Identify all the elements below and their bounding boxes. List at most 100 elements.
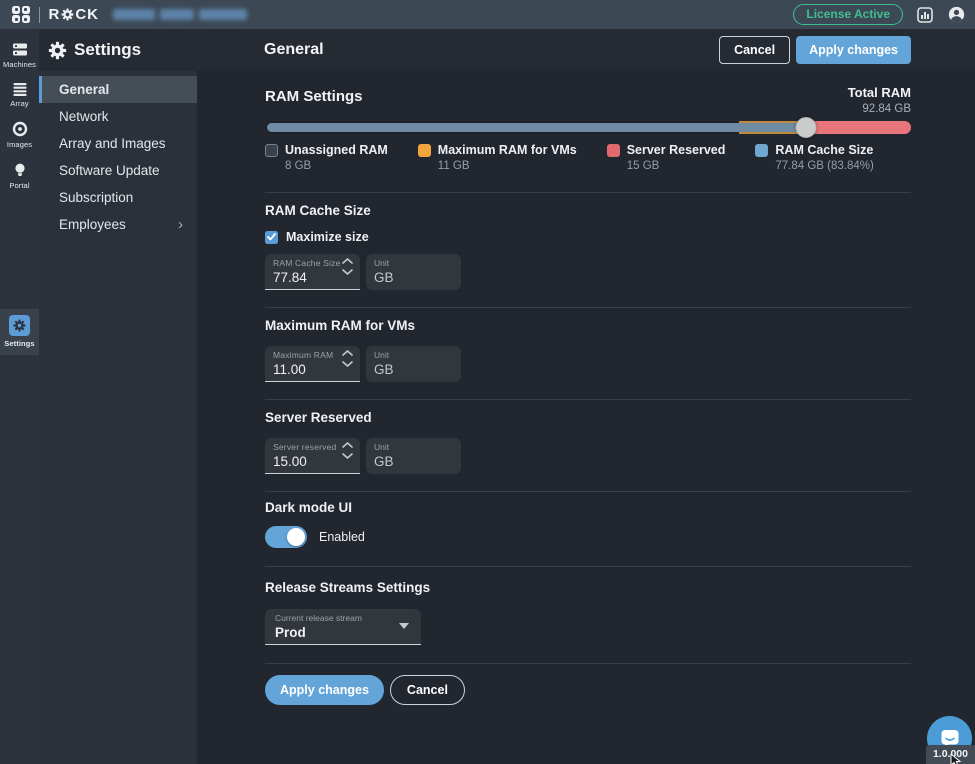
logo-gear-icon — [61, 8, 74, 21]
stepper-down-icon[interactable] — [342, 269, 353, 275]
ram-cache-title: RAM Cache Size — [265, 203, 911, 218]
total-ram-label: Total RAM — [848, 85, 911, 100]
logo-wordmark: R CK — [49, 6, 100, 23]
cancel-button[interactable]: Cancel — [719, 36, 790, 64]
legend-value: 11 GB — [418, 160, 577, 172]
license-active-badge[interactable]: License Active — [793, 4, 903, 25]
sidebar-item-machines[interactable]: Machines — [0, 36, 39, 76]
server-reserved-swatch — [607, 144, 620, 157]
server-reserved-unit-select[interactable]: Unit GB — [366, 438, 461, 474]
apply-changes-button-footer[interactable]: Apply changes — [265, 675, 384, 705]
nav-item-employees[interactable]: Employees › — [39, 211, 197, 238]
maximize-size-label: Maximize size — [286, 230, 369, 244]
divider — [265, 399, 911, 400]
dark-mode-toggle[interactable] — [265, 526, 307, 548]
machines-icon — [12, 42, 28, 57]
sidebar-item-portal[interactable]: Portal — [0, 156, 39, 197]
ram-cache-size-input[interactable]: RAM Cache Size 77.84 — [265, 254, 360, 290]
maximum-ram-unit-select[interactable]: Unit GB — [366, 346, 461, 382]
server-reserved-title: Server Reserved — [265, 410, 911, 425]
divider — [265, 307, 911, 308]
page-title: General — [264, 41, 324, 59]
nav-label-software-update: Software Update — [59, 163, 160, 178]
apply-changes-button[interactable]: Apply changes — [796, 36, 911, 64]
nav-label-general: General — [59, 82, 109, 97]
nav-item-network[interactable]: Network — [39, 103, 197, 130]
nav-item-software-update[interactable]: Software Update — [39, 157, 197, 184]
ram-cache-field-value: 77.84 — [273, 270, 352, 285]
account-icon[interactable] — [947, 6, 965, 24]
total-ram-block: Total RAM 92.84 GB — [848, 85, 911, 115]
slider-segment-reserved — [806, 121, 911, 134]
logo-grid-icon — [12, 6, 30, 24]
images-icon — [12, 121, 28, 137]
logo-divider — [39, 7, 40, 23]
release-stream-select[interactable]: Current release stream Prod — [265, 609, 421, 645]
maximum-ram-input[interactable]: Maximum RAM 11.00 — [265, 346, 360, 382]
maximize-size-checkbox[interactable] — [265, 231, 278, 244]
slider-segment-cache — [267, 123, 807, 132]
legend-label: Unassigned RAM — [285, 143, 388, 157]
legend-item-unassigned[interactable]: Unassigned RAM 8 GB — [265, 143, 388, 172]
sidebar-item-array[interactable]: Array — [0, 76, 39, 115]
sidebar-label-images: Images — [7, 140, 32, 149]
cancel-button-footer[interactable]: Cancel — [390, 675, 465, 705]
release-stream-value: Prod — [275, 625, 411, 640]
settings-heading-label: Settings — [74, 40, 141, 60]
total-ram-value: 92.84 GB — [848, 103, 911, 115]
maximize-size-checkbox-row[interactable]: Maximize size — [265, 230, 911, 244]
legend-label: RAM Cache Size — [775, 143, 873, 157]
sidebar-label-portal: Portal — [9, 181, 29, 190]
divider — [265, 491, 911, 492]
array-icon — [12, 82, 28, 96]
server-reserved-input[interactable]: Server reserved 15.00 — [265, 438, 360, 474]
unit-value: GB — [374, 270, 453, 285]
redacted-server-name — [113, 9, 247, 20]
unit-label: Unit — [374, 442, 453, 452]
nav-label-subscription: Subscription — [59, 190, 133, 205]
settings-section-heading: Settings — [48, 40, 141, 60]
check-icon — [267, 233, 276, 241]
divider — [265, 566, 911, 567]
nav-item-general[interactable]: General — [39, 76, 197, 103]
nav-label-network: Network — [59, 109, 109, 124]
divider — [265, 192, 911, 193]
legend-label: Maximum RAM for VMs — [438, 143, 577, 157]
maximum-ram-field-label: Maximum RAM — [273, 350, 352, 360]
unit-value: GB — [374, 454, 453, 469]
settings-icon — [9, 315, 30, 336]
general-settings-content: RAM Settings Total RAM 92.84 GB Unas — [197, 71, 975, 764]
legend-value: 15 GB — [607, 160, 726, 172]
ram-cache-swatch — [755, 144, 768, 157]
legend-item-max-ram-vms[interactable]: Maximum RAM for VMs 11 GB — [418, 143, 577, 172]
nav-label-employees: Employees — [59, 217, 126, 232]
sidebar-label-machines: Machines — [3, 60, 36, 69]
portal-icon — [12, 162, 28, 178]
sidebar-item-images[interactable]: Images — [0, 115, 39, 156]
ram-legend: Unassigned RAM 8 GB Maximum RAM for VMs … — [265, 143, 911, 172]
dark-mode-title: Dark mode UI — [265, 500, 911, 515]
stepper-up-icon[interactable] — [342, 258, 353, 264]
legend-item-ram-cache[interactable]: RAM Cache Size 77.84 GB (83.84%) — [755, 143, 873, 172]
stepper-up-icon[interactable] — [342, 350, 353, 356]
nav-item-array-and-images[interactable]: Array and Images — [39, 130, 197, 157]
stepper-up-icon[interactable] — [342, 442, 353, 448]
ram-allocation-slider — [265, 121, 911, 134]
stepper-down-icon[interactable] — [342, 361, 353, 367]
gear-icon — [48, 41, 67, 60]
nav-item-subscription[interactable]: Subscription — [39, 184, 197, 211]
slider-handle[interactable] — [795, 117, 816, 138]
sidebar-item-settings[interactable]: Settings — [0, 309, 39, 355]
icon-sidebar: Machines Array Images Portal — [0, 29, 39, 764]
stepper-down-icon[interactable] — [342, 453, 353, 459]
legend-item-server-reserved[interactable]: Server Reserved 15 GB — [607, 143, 726, 172]
divider — [265, 663, 911, 664]
settings-nav: General Network Array and Images Softwar… — [39, 71, 197, 764]
dark-mode-state-label: Enabled — [319, 530, 365, 544]
ram-cache-unit-select[interactable]: Unit GB — [366, 254, 461, 290]
reports-chart-icon[interactable] — [916, 6, 934, 24]
release-stream-label: Current release stream — [275, 613, 411, 623]
toggle-knob — [287, 528, 305, 546]
chevron-right-icon: › — [178, 217, 183, 232]
app-logo: R CK — [12, 6, 99, 24]
